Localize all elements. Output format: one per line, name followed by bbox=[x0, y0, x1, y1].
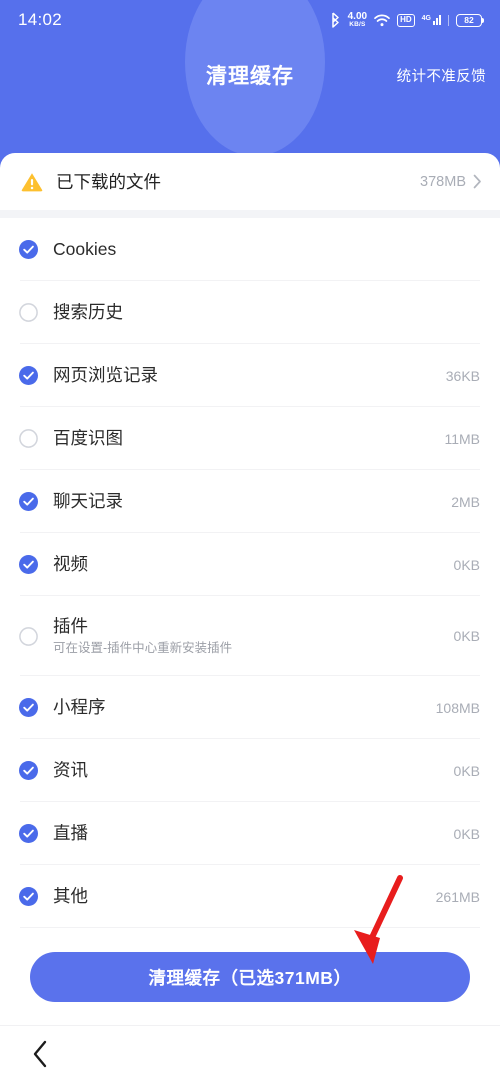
cache-list-card: 已下载的文件 378MB Cookies 搜索历史网页浏览记录 36KB 百度识图 11… bbox=[0, 153, 500, 940]
cache-list-item[interactable]: 小程序 108MB bbox=[0, 676, 500, 739]
cache-item-size: 0KB bbox=[453, 762, 480, 779]
checkbox-checked-icon[interactable] bbox=[19, 698, 38, 717]
cache-item-texts: 其他 bbox=[53, 886, 436, 908]
checkbox-checked-icon[interactable] bbox=[19, 492, 38, 511]
cache-list-item[interactable]: Cookies bbox=[0, 218, 500, 281]
signal-bars bbox=[433, 15, 441, 25]
cache-list-item[interactable]: 聊天记录 2MB bbox=[0, 470, 500, 533]
cache-item-label: 其他 bbox=[53, 885, 88, 906]
cache-item-size: 261MB bbox=[435, 888, 480, 905]
cache-item-label: 小程序 bbox=[53, 696, 106, 717]
checkbox-checked-icon[interactable] bbox=[19, 761, 38, 780]
cache-item-list: Cookies 搜索历史网页浏览记录 36KB 百度识图 11MB 聊天记录 2MB 视频 0K… bbox=[0, 218, 500, 928]
cache-item-label: 插件 bbox=[53, 615, 88, 636]
cache-list-item[interactable]: 直播 0KB bbox=[0, 802, 500, 865]
cache-item-size: 108MB bbox=[435, 699, 480, 716]
warning-triangle-icon bbox=[20, 170, 44, 194]
checkbox-unchecked-icon[interactable] bbox=[19, 429, 38, 448]
cache-item-label: 资讯 bbox=[53, 759, 88, 780]
status-divider bbox=[448, 14, 449, 26]
cache-item-size: 0KB bbox=[453, 825, 480, 842]
cache-list-item[interactable]: 搜索历史 bbox=[0, 281, 500, 344]
checkbox-checked-icon[interactable] bbox=[19, 366, 38, 385]
downloaded-files-row[interactable]: 已下载的文件 378MB bbox=[0, 153, 500, 210]
cache-item-texts: 搜索历史 bbox=[53, 302, 480, 324]
cache-item-texts: 小程序 bbox=[53, 697, 436, 719]
cache-item-label: 百度识图 bbox=[53, 427, 123, 448]
cache-item-label: 搜索历史 bbox=[53, 301, 123, 322]
back-chevron-icon[interactable] bbox=[26, 1038, 54, 1070]
cache-item-size: 0KB bbox=[453, 628, 480, 644]
downloaded-files-label: 已下载的文件 bbox=[56, 172, 161, 192]
cache-item-label: 视频 bbox=[53, 553, 88, 574]
system-navigation-bar: 金符游戏 www.yikajinfu.com bbox=[0, 1025, 500, 1084]
checkbox-unchecked-icon[interactable] bbox=[19, 303, 38, 322]
cache-item-size: 2MB bbox=[451, 493, 480, 510]
phone-screen: 14:02 4.00 KB/S HD 4G 82 清理缓存 统计不准反馈 已下载… bbox=[0, 0, 500, 1084]
battery-level-label: 82 bbox=[464, 14, 474, 25]
cache-item-label: 直播 bbox=[53, 822, 88, 843]
checkbox-checked-icon[interactable] bbox=[19, 824, 38, 843]
cache-item-size: 0KB bbox=[453, 556, 480, 573]
network-speed-unit: KB/S bbox=[349, 20, 366, 28]
status-clock: 14:02 bbox=[18, 10, 63, 29]
cache-list-item[interactable]: 网页浏览记录 36KB bbox=[0, 344, 500, 407]
cache-item-texts: 视频 bbox=[53, 554, 454, 576]
downloaded-files-size: 378MB bbox=[420, 173, 466, 190]
cache-item-label: Cookies bbox=[53, 238, 117, 259]
checkbox-checked-icon[interactable] bbox=[19, 555, 38, 574]
cache-item-texts: Cookies bbox=[53, 239, 480, 261]
cache-list-item[interactable]: 资讯 0KB bbox=[0, 739, 500, 802]
chevron-right-icon bbox=[473, 174, 482, 189]
bluetooth-icon bbox=[330, 12, 341, 28]
checkbox-checked-icon[interactable] bbox=[19, 240, 38, 259]
cache-item-size: 11MB bbox=[444, 430, 480, 447]
clear-cache-button[interactable]: 清理缓存（已选371MB） bbox=[30, 952, 470, 1002]
checkbox-unchecked-icon[interactable] bbox=[19, 626, 38, 646]
cache-list-item[interactable]: 视频 0KB bbox=[0, 533, 500, 596]
cache-list-item[interactable]: 其他 261MB bbox=[0, 865, 500, 928]
cache-item-subtitle: 可在设置-插件中心重新安装插件 bbox=[53, 641, 233, 656]
status-icon-group: 4.00 KB/S HD 4G 82 bbox=[330, 11, 485, 29]
cache-list-item[interactable]: 百度识图 11MB bbox=[0, 407, 500, 470]
cache-item-size: 36KB bbox=[445, 367, 480, 384]
cache-item-texts: 插件可在设置-插件中心重新安装插件 bbox=[53, 616, 454, 657]
cache-item-label: 网页浏览记录 bbox=[53, 364, 158, 385]
cache-item-texts: 网页浏览记录 bbox=[53, 365, 446, 387]
cache-item-label: 聊天记录 bbox=[53, 490, 123, 511]
cellular-signal-icon: 4G bbox=[422, 15, 441, 25]
network-type-label: 4G bbox=[421, 15, 431, 22]
network-speed-indicator: 4.00 KB/S bbox=[348, 11, 367, 29]
wifi-icon bbox=[374, 13, 390, 27]
cache-item-texts: 直播 bbox=[53, 823, 454, 845]
hd-call-icon: HD bbox=[397, 13, 415, 27]
cache-item-texts: 百度识图 bbox=[53, 428, 444, 450]
checkbox-checked-icon[interactable] bbox=[19, 887, 38, 906]
cache-list-item[interactable]: 插件 可在设置-插件中心重新安装插件 0KB bbox=[0, 596, 500, 676]
feedback-link[interactable]: 统计不准反馈 bbox=[397, 65, 486, 86]
section-gap-separator bbox=[0, 210, 500, 218]
cache-item-texts: 聊天记录 bbox=[53, 491, 451, 513]
cta-bar: 清理缓存（已选371MB） bbox=[0, 940, 500, 1025]
page-header: 清理缓存 统计不准反馈 bbox=[0, 0, 500, 156]
battery-icon: 82 bbox=[456, 13, 485, 27]
cache-item-texts: 资讯 bbox=[53, 760, 454, 782]
